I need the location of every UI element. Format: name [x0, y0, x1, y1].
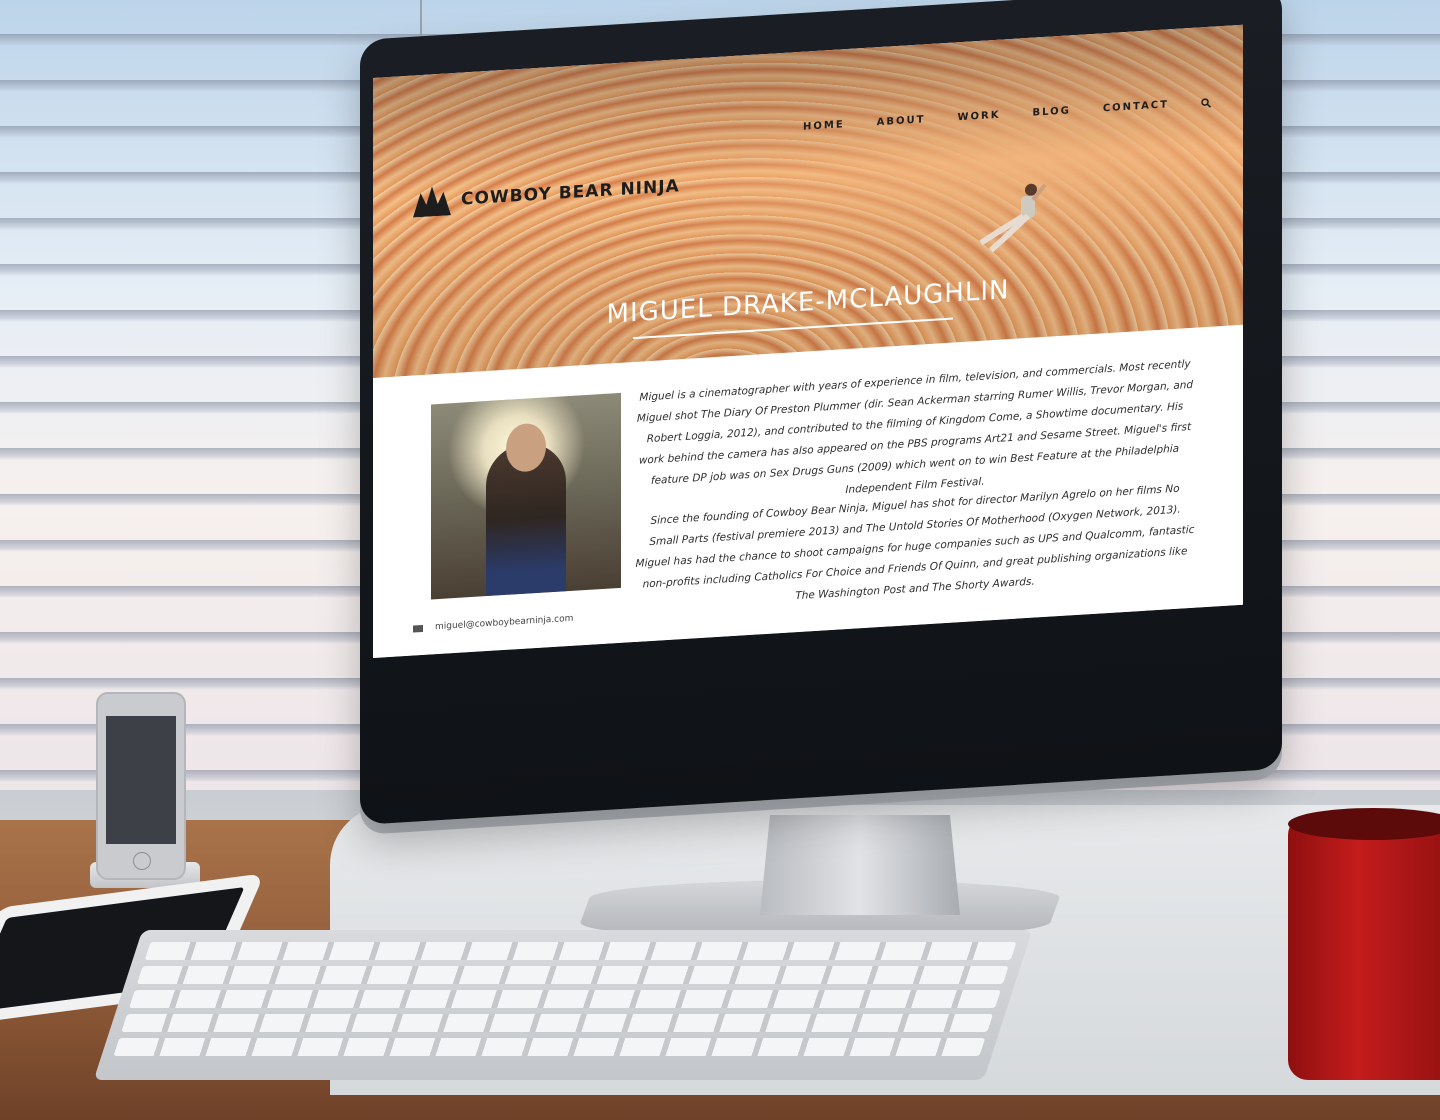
hiker-figure — [979, 183, 1047, 253]
key-row — [121, 1014, 994, 1032]
key-row — [136, 966, 1009, 984]
key-row — [129, 990, 1001, 1008]
logo-mark-icon — [413, 185, 451, 217]
search-icon[interactable] — [1201, 97, 1211, 108]
imac-stand — [760, 815, 960, 915]
phone-screen — [106, 716, 176, 844]
email-contact[interactable]: miguel@cowboybearninja.com — [413, 614, 573, 634]
phone-home-button — [133, 852, 151, 870]
red-mug — [1288, 815, 1440, 1080]
browser-screen: COWBOY BEAR NINJA HOME ABOUT WORK BLOG C… — [373, 24, 1243, 659]
mail-icon — [413, 624, 423, 633]
smartphone — [96, 692, 186, 880]
keyboard — [93, 930, 1033, 1080]
profile-photo — [431, 392, 621, 600]
nav-blog[interactable]: BLOG — [1032, 105, 1070, 118]
key-row — [113, 1038, 986, 1056]
email-link[interactable]: miguel@cowboybearninja.com — [435, 614, 573, 632]
bio-content: Miguel is a cinematographer with years o… — [373, 324, 1243, 658]
key-row — [144, 942, 1017, 960]
